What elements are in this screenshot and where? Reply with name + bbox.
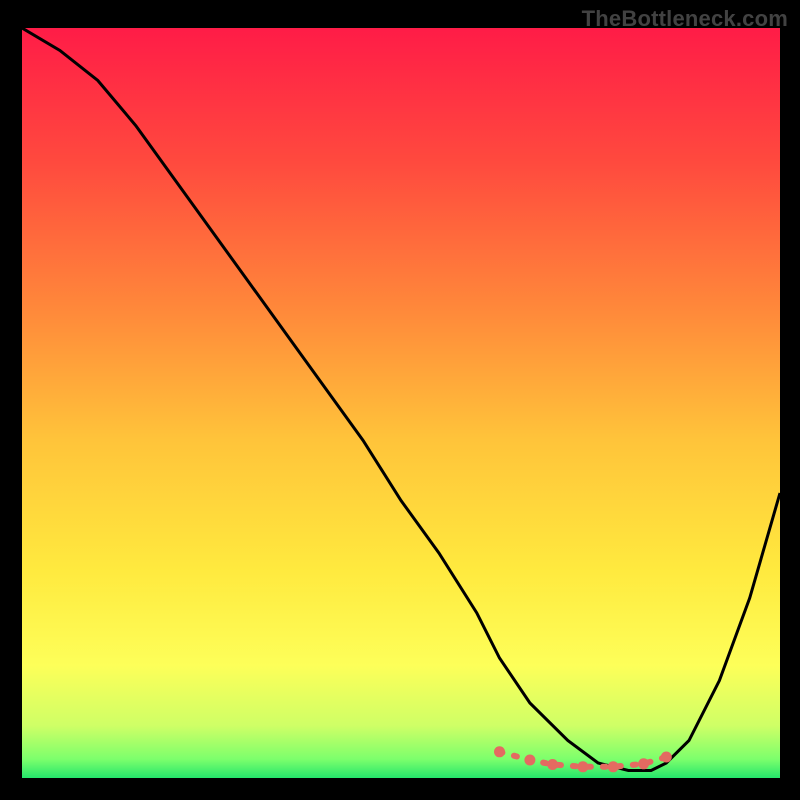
highlight-dot xyxy=(661,752,672,763)
highlight-dot xyxy=(524,755,535,766)
highlight-dot xyxy=(494,746,505,757)
highlight-dot xyxy=(547,759,558,770)
highlight-dot xyxy=(638,758,649,769)
gradient-background xyxy=(22,28,780,778)
highlight-dot xyxy=(577,761,588,772)
chart-stage: TheBottleneck.com xyxy=(0,0,800,800)
highlight-dot xyxy=(608,761,619,772)
watermark-text: TheBottleneck.com xyxy=(582,6,788,32)
bottleneck-chart xyxy=(22,28,780,778)
plot-area xyxy=(22,28,780,778)
